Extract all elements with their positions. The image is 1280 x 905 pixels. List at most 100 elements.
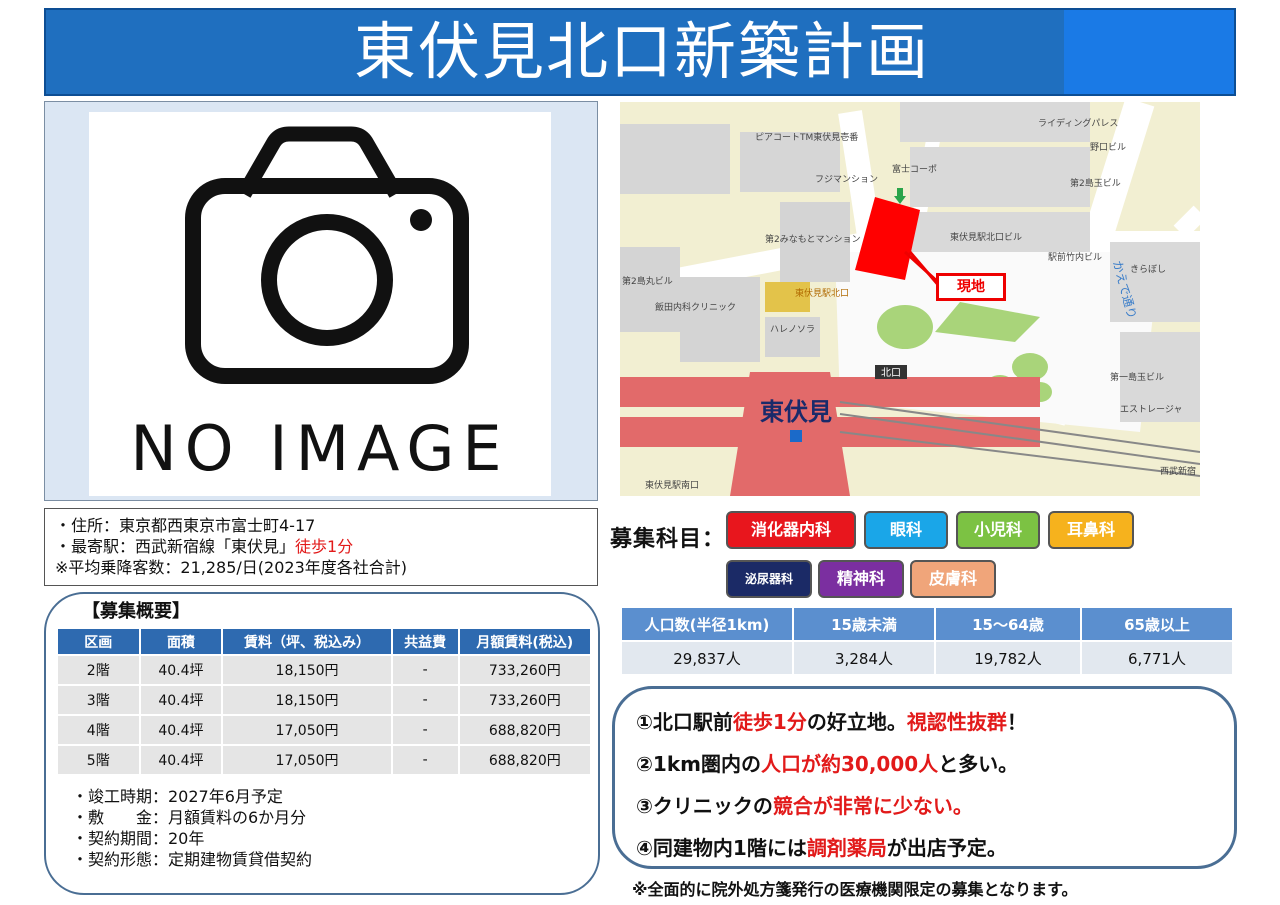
key-point: ②1km圏内の人口が約30,000人と多い。	[636, 748, 1018, 777]
table-cell: -	[392, 686, 458, 714]
map-label: 東伏見駅南口	[645, 479, 699, 491]
table-cell: 3,284人	[794, 642, 934, 674]
map-label: ピアコートTM東伏見壱番	[755, 131, 858, 143]
map-label: 飯田内科クリニック	[655, 301, 736, 313]
map-label: 西武新宿	[1160, 465, 1196, 477]
key-point: ④同建物内1階には調剤薬局が出店予定。	[636, 832, 1007, 861]
note-line: ・契約形態：定期建物賃貸借契約	[72, 850, 313, 869]
table-cell: 4階	[58, 716, 139, 744]
map-label: 駅前竹内ビル	[1048, 251, 1102, 263]
key-point: ③クリニックの競合が非常に少ない。	[636, 790, 973, 819]
map-label: ライディングパレス	[1038, 117, 1118, 129]
table-cell: 688,820円	[459, 746, 590, 774]
location-map: 北口 東伏見 ピアコートTM東伏見壱番 富士コーポ ライディングパレス 野口ビル…	[620, 102, 1200, 496]
table-cell: 3階	[58, 686, 139, 714]
recruit-title: 【募集概要】	[82, 601, 190, 622]
table-cell: 40.4坪	[140, 746, 222, 774]
map-label: 富士コーポ	[892, 163, 937, 175]
footnote: ※全面的に院外処方箋発行の医療機関限定の募集となります。	[632, 880, 1078, 899]
photo-frame: NO IMAGE	[44, 101, 598, 501]
table-header: 賃料（坪、税込み）	[223, 629, 391, 654]
point-text: ①北口駅前	[636, 710, 733, 734]
table-cell: 6,771人	[1082, 642, 1232, 674]
table-cell: 17,050円	[223, 716, 391, 744]
dept-badge-ent: 耳鼻科	[1048, 511, 1134, 549]
table-cell: 733,260円	[459, 686, 590, 714]
key-point: ①北口駅前徒歩1分の好立地。視認性抜群！	[636, 706, 1027, 735]
point-text: ！	[1006, 710, 1027, 734]
point-highlight: 視認性抜群	[906, 710, 1007, 734]
table-cell: 40.4坪	[140, 686, 222, 714]
point-text: ④同建物内1階には	[636, 836, 807, 860]
photo-placeholder: NO IMAGE	[89, 112, 551, 496]
map-label: フジマンション	[815, 175, 878, 185]
point-text: と多い。	[938, 752, 1019, 776]
point-highlight: 徒歩1分	[732, 710, 807, 734]
point-text: の好立地。	[806, 710, 907, 734]
table-cell: 19,782人	[936, 642, 1080, 674]
walk-time: 徒歩1分	[295, 537, 354, 556]
table-cell: 29,837人	[622, 642, 792, 674]
table-cell: 17,050円	[223, 746, 391, 774]
passenger-line: ※平均乗降客数：21,285/日(2023年度各社合計)	[55, 558, 407, 577]
station-text: ・最寄駅：西武新宿線「東伏見」	[55, 537, 296, 556]
table-header: 15歳未満	[794, 608, 934, 640]
address-box: ・住所：東京都西東京市富士町4-17 ・最寄駅：西武新宿線「東伏見」徒歩1分 ※…	[44, 508, 598, 586]
table-header: 面積	[140, 629, 222, 654]
table-header: 65歳以上	[1082, 608, 1232, 640]
table-header: 15～64歳	[936, 608, 1080, 640]
dept-badge-psychiatry: 精神科	[818, 560, 904, 598]
table-row: 29,837人 3,284人 19,782人 6,771人	[622, 642, 1232, 674]
address-line: ・住所：東京都西東京市富士町4-17	[55, 516, 316, 535]
population-table: 人口数(半径1km) 15歳未満 15～64歳 65歳以上 29,837人 3,…	[620, 606, 1234, 676]
table-row: 5階 40.4坪 17,050円 - 688,820円	[58, 746, 590, 774]
dept-badge-gastro: 消化器内科	[726, 511, 856, 549]
dept-badge-dermatology: 皮膚科	[910, 560, 996, 598]
point-text: ③クリニックの	[636, 794, 773, 818]
table-cell: -	[392, 656, 458, 684]
dept-badge-pediatrics: 小児科	[956, 511, 1040, 549]
table-header: 人口数(半径1km)	[622, 608, 792, 640]
site-label: 現地	[936, 273, 1006, 301]
table-cell: 18,150円	[223, 686, 391, 714]
map-label: 第2みなもとマンション	[765, 233, 861, 245]
point-highlight: 競合が非常に少ない。	[772, 794, 973, 818]
table-cell: 5階	[58, 746, 139, 774]
map-label: 東伏見駅北口	[795, 287, 849, 299]
point-text: ②1km圏内の	[636, 752, 761, 776]
title-banner: 東伏見北口新築計画	[44, 8, 1236, 96]
dept-badge-urology: 泌尿器科	[726, 560, 812, 598]
map-graphic: 北口 東伏見 ピアコートTM東伏見壱番 富士コーポ ライディングパレス 野口ビル…	[620, 102, 1200, 496]
recruit-table: 区画 面積 賃料（坪、税込み） 共益費 月額賃料(税込) 2階 40.4坪 18…	[56, 627, 592, 776]
table-row: 3階 40.4坪 18,150円 - 733,260円	[58, 686, 590, 714]
dept-badge-ophthalmology: 眼科	[864, 511, 948, 549]
map-label: 野口ビル	[1090, 142, 1126, 153]
table-cell: 18,150円	[223, 656, 391, 684]
point-highlight: 調剤薬局	[806, 836, 887, 860]
recruit-notes: ・竣工時期：2027年6月予定 ・敷 金：月額賃料の6か月分 ・契約期間：20年…	[72, 786, 312, 870]
map-label: ハレノソラ	[770, 324, 815, 335]
table-cell: 688,820円	[459, 716, 590, 744]
no-image-label: NO IMAGE	[130, 412, 510, 485]
note-line: ・契約期間：20年	[72, 829, 205, 848]
map-label: きらぼし	[1130, 264, 1166, 275]
map-label: 第2島玉ビル	[1070, 177, 1121, 189]
table-cell: 733,260円	[459, 656, 590, 684]
map-label: エストレージャ	[1120, 405, 1182, 415]
page-title: 東伏見北口新築計画	[353, 15, 930, 88]
camera-icon	[185, 126, 469, 384]
note-line: ・敷 金：月額賃料の6か月分	[72, 808, 307, 827]
map-label: 第一島玉ビル	[1110, 371, 1164, 383]
table-cell: -	[392, 746, 458, 774]
map-station-name: 東伏見	[760, 398, 832, 426]
departments-label: 募集科目：	[610, 527, 726, 552]
table-cell: -	[392, 716, 458, 744]
table-header: 区画	[58, 629, 139, 654]
table-header: 月額賃料(税込)	[459, 629, 590, 654]
station-line: ・最寄駅：西武新宿線「東伏見」徒歩1分	[55, 536, 587, 557]
table-row: 2階 40.4坪 18,150円 - 733,260円	[58, 656, 590, 684]
table-header: 共益費	[392, 629, 458, 654]
note-line: ・竣工時期：2027年6月予定	[72, 787, 283, 806]
table-cell: 40.4坪	[140, 716, 222, 744]
table-cell: 40.4坪	[140, 656, 222, 684]
